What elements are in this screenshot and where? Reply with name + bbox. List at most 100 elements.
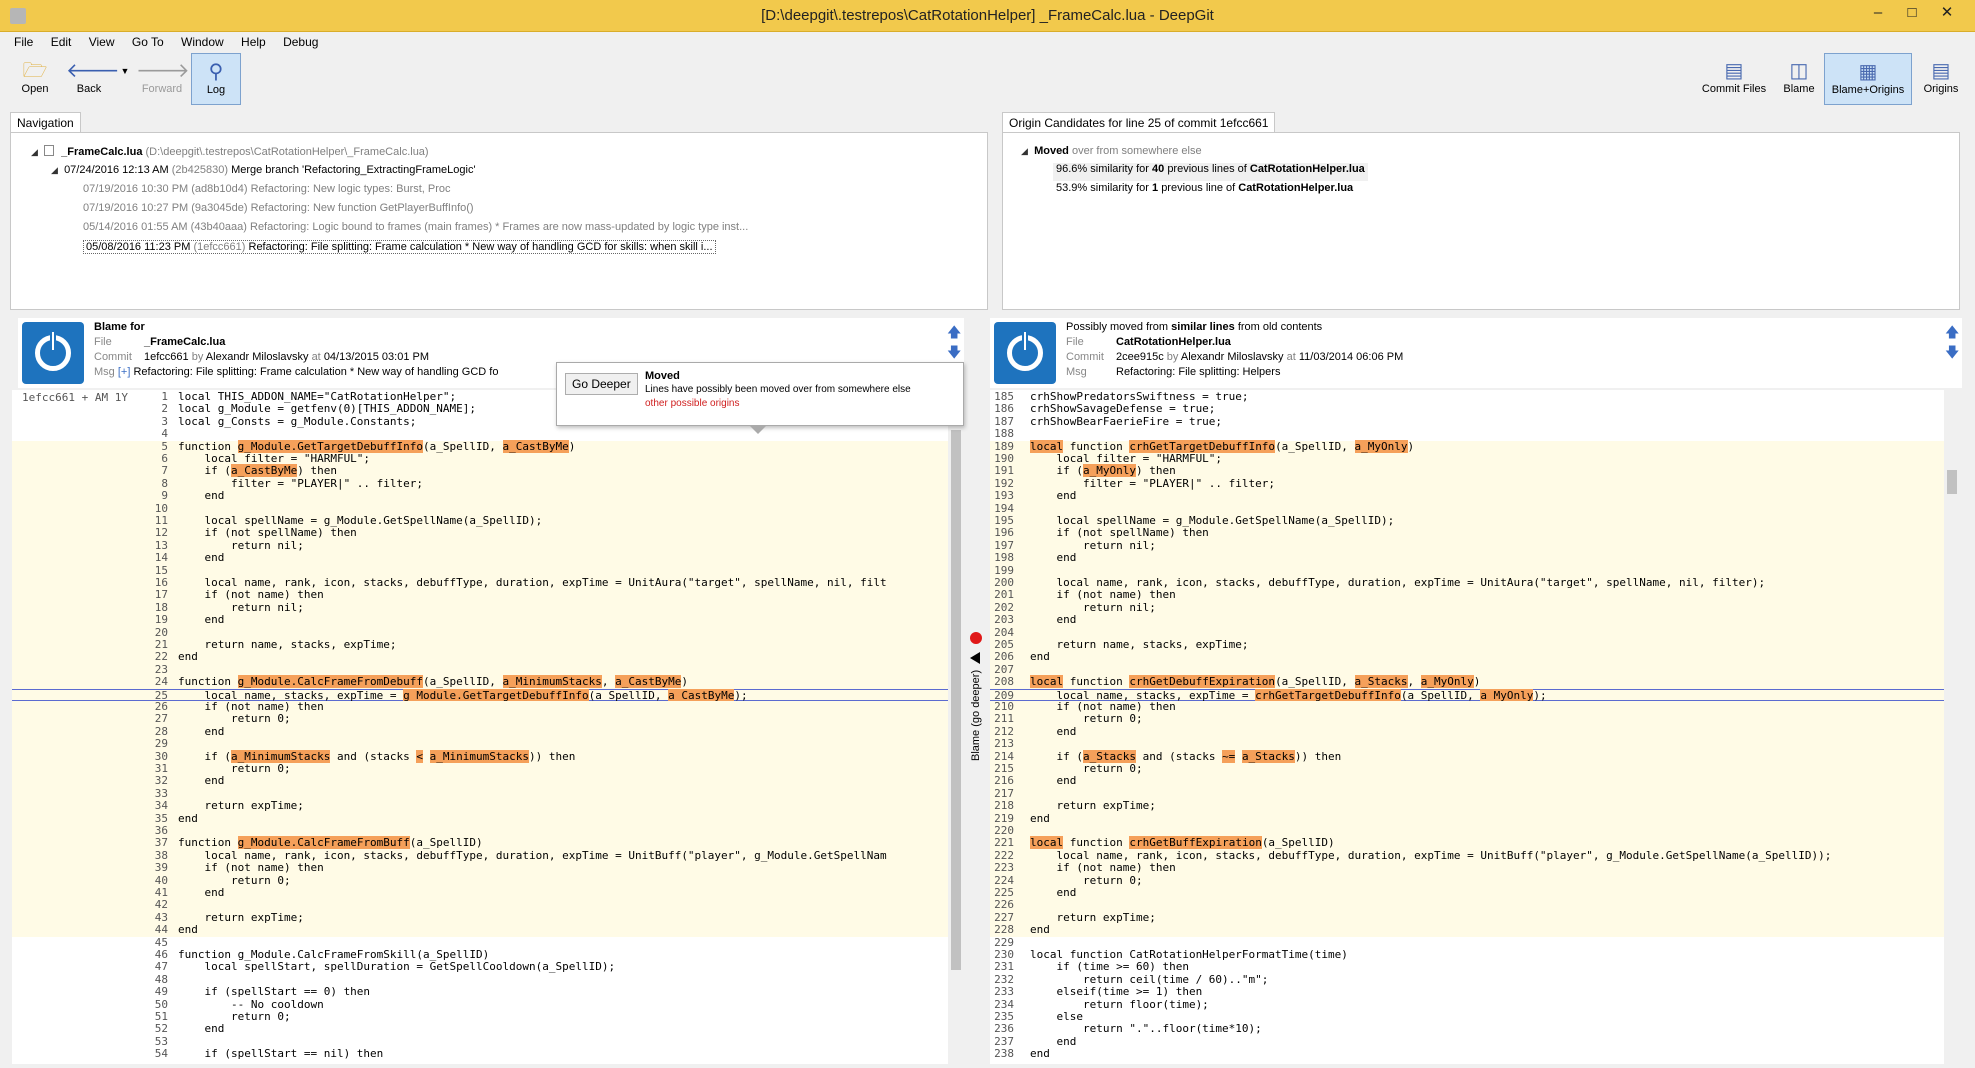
- code-line[interactable]: 211 return 0;: [990, 712, 1948, 726]
- code-line[interactable]: 28 end: [12, 725, 954, 739]
- code-line[interactable]: 225 end: [990, 886, 1948, 900]
- code-line[interactable]: 12 if (not spellName) then: [12, 526, 954, 540]
- code-line[interactable]: 17 if (not name) then: [12, 588, 954, 602]
- code-line[interactable]: 52 end: [12, 1022, 954, 1035]
- tree-commit-row[interactable]: 07/19/2016 10:30 PM (ad8b10d4) Refactori…: [83, 183, 451, 201]
- code-line[interactable]: 47 local spellStart, spellDuration = Get…: [12, 960, 954, 973]
- code-line[interactable]: 19 end: [12, 613, 954, 627]
- menu-go-to[interactable]: Go To: [118, 33, 164, 49]
- code-line[interactable]: 224 return 0;: [990, 874, 1948, 887]
- code-line[interactable]: 205 return name, stacks, expTime;: [990, 638, 1948, 652]
- expand-arrow-icon[interactable]: ◢: [1021, 146, 1031, 157]
- go-deeper-button[interactable]: Go Deeper: [565, 373, 638, 395]
- code-line[interactable]: 22 end: [12, 650, 954, 664]
- minimize-button[interactable]: –: [1861, 0, 1895, 26]
- code-line[interactable]: 32 end: [12, 774, 954, 788]
- code-line[interactable]: 6 local filter = "HARMFUL";: [12, 452, 954, 466]
- next-change-icon[interactable]: 🡇: [1945, 342, 1959, 366]
- right-scrollbar[interactable]: [1944, 390, 1960, 1064]
- code-line[interactable]: 44 end: [12, 923, 954, 937]
- right-scroll-thumb[interactable]: [1947, 470, 1957, 494]
- blame-splitter[interactable]: Blame (go deeper): [962, 430, 988, 1060]
- code-line[interactable]: 39 if (not name) then: [12, 861, 954, 875]
- code-line[interactable]: 20: [12, 626, 954, 639]
- code-line[interactable]: 50 -- No cooldown: [12, 998, 954, 1011]
- code-line[interactable]: 231 if (time >= 60) then: [990, 960, 1948, 973]
- code-line[interactable]: 25 local name, stacks, expTime = g_Modul…: [12, 688, 954, 702]
- tree-commit-row[interactable]: 05/14/2016 01:55 AM (43b40aaa) Refactori…: [83, 221, 748, 239]
- forward-button[interactable]: 🡒 Forward: [136, 53, 190, 105]
- other-origins-link[interactable]: other possible origins: [645, 398, 740, 409]
- code-line[interactable]: 31 return 0;: [12, 762, 954, 776]
- code-line[interactable]: 33: [12, 787, 954, 801]
- code-line[interactable]: 227 return expTime;: [990, 911, 1948, 925]
- code-line[interactable]: 43 return expTime;: [12, 911, 954, 925]
- code-line[interactable]: 18 return nil;: [12, 601, 954, 615]
- code-line[interactable]: 7 if (a_CastByMe) then: [12, 464, 954, 478]
- menu-edit[interactable]: Edit: [37, 33, 72, 49]
- code-line[interactable]: 219 end: [990, 812, 1948, 825]
- code-line[interactable]: 4: [12, 427, 954, 440]
- code-line[interactable]: 213: [990, 737, 1948, 751]
- code-line[interactable]: 186 crhShowSavageDefense = true;: [990, 402, 1948, 415]
- code-line[interactable]: 206 end: [990, 650, 1948, 664]
- code-line[interactable]: 238 end: [990, 1047, 1948, 1060]
- go-deeper-label[interactable]: Blame (go deeper): [970, 661, 982, 761]
- code-line[interactable]: 51 return 0;: [12, 1010, 954, 1023]
- code-line[interactable]: 29: [12, 737, 954, 751]
- tree-root[interactable]: ◢ _FrameCalc.lua (D:\deepgit\.testrepos\…: [31, 145, 429, 163]
- code-line[interactable]: 34 return expTime;: [12, 799, 954, 813]
- code-line[interactable]: 201 if (not name) then: [990, 588, 1948, 602]
- code-line[interactable]: 38 local name, rank, icon, stacks, debuf…: [12, 849, 954, 863]
- expand-arrow-icon[interactable]: ◢: [31, 147, 41, 158]
- code-line[interactable]: 187 crhShowBearFaerieFire = true;: [990, 415, 1948, 428]
- log-button[interactable]: ⚲ Log: [191, 53, 241, 105]
- code-line[interactable]: 193 end: [990, 489, 1948, 503]
- code-line[interactable]: 9 end: [12, 489, 954, 503]
- code-line[interactable]: 21 return name, stacks, expTime;: [12, 638, 954, 652]
- code-line[interactable]: 234 return floor(time);: [990, 998, 1948, 1011]
- origins-button[interactable]: ▤ Origins: [1916, 53, 1966, 105]
- open-button[interactable]: 🗁 Open: [12, 53, 58, 105]
- menu-window[interactable]: Window: [167, 33, 224, 49]
- code-line[interactable]: 198 end: [990, 551, 1948, 565]
- origin-candidate-row[interactable]: 96.6% similarity for 40 previous lines o…: [1053, 163, 1368, 181]
- code-line[interactable]: 35 end: [12, 812, 954, 825]
- tree-commit-row-selected[interactable]: 05/08/2016 11:23 PM (1efcc661) Refactori…: [83, 240, 716, 259]
- expand-msg-button[interactable]: [+]: [118, 366, 131, 378]
- close-button[interactable]: ✕: [1930, 0, 1964, 26]
- code-line[interactable]: 14 end: [12, 551, 954, 565]
- code-line[interactable]: 233 elseif(time >= 1) then: [990, 985, 1948, 998]
- code-line[interactable]: 26 if (not name) then: [12, 700, 954, 714]
- commit-hash-link[interactable]: 2cee915c: [1116, 351, 1164, 363]
- code-line[interactable]: 48: [12, 973, 954, 986]
- code-line[interactable]: 221 local function crhGetBuffExpiration(a…: [990, 836, 1948, 850]
- code-line[interactable]: 191 if (a_MyOnly) then: [990, 464, 1948, 478]
- code-line[interactable]: 42: [12, 898, 954, 912]
- code-line[interactable]: 196 if (not spellName) then: [990, 526, 1948, 540]
- code-line[interactable]: 197 return nil;: [990, 539, 1948, 553]
- code-line[interactable]: 216 end: [990, 774, 1948, 788]
- code-line[interactable]: 16 local name, rank, icon, stacks, debuf…: [12, 576, 954, 590]
- tab-origin-candidates[interactable]: Origin Candidates for line 25 of commit …: [1002, 112, 1276, 132]
- code-line[interactable]: 192 filter = "PLAYER|" .. filter;: [990, 477, 1948, 491]
- commit-files-button[interactable]: ▤ Commit Files: [1696, 53, 1772, 105]
- code-line[interactable]: 215 return 0;: [990, 762, 1948, 776]
- menu-file[interactable]: File: [0, 33, 33, 49]
- tree-commit-row[interactable]: 07/19/2016 10:27 PM (9a3045de) Refactori…: [83, 202, 474, 220]
- code-line[interactable]: 202 return nil;: [990, 601, 1948, 615]
- code-line[interactable]: 49 if (spellStart == 0) then: [12, 985, 954, 998]
- tree-commit-row[interactable]: ◢ 07/24/2016 12:13 AM (2b425830) Merge b…: [51, 164, 476, 182]
- code-line[interactable]: 24 function g_Module.CalcFrameFromDebuff(…: [12, 675, 954, 689]
- left-scroll-thumb[interactable]: [951, 430, 961, 970]
- code-line[interactable]: 37 function g_Module.CalcFrameFromBuff(a_…: [12, 836, 954, 850]
- origin-candidate-row[interactable]: 53.9% similarity for 1 previous line of …: [1053, 182, 1356, 200]
- moved-group[interactable]: ◢ Moved over from somewhere else: [1021, 145, 1202, 163]
- blame-code-view[interactable]: 1efcc661 + AM 1Y 1 local THIS_ADDON_NAME=…: [12, 390, 954, 1064]
- commit-hash-link[interactable]: 1efcc661: [144, 351, 189, 363]
- code-line[interactable]: 13 return nil;: [12, 539, 954, 553]
- code-line[interactable]: 5 function g_Module.GetTargetDebuffInfo(a…: [12, 439, 954, 453]
- maximize-button[interactable]: □: [1895, 0, 1929, 26]
- code-line[interactable]: 30 if (a_MinimumStacks and (stacks < a_M…: [12, 749, 954, 763]
- code-line[interactable]: 188: [990, 427, 1948, 440]
